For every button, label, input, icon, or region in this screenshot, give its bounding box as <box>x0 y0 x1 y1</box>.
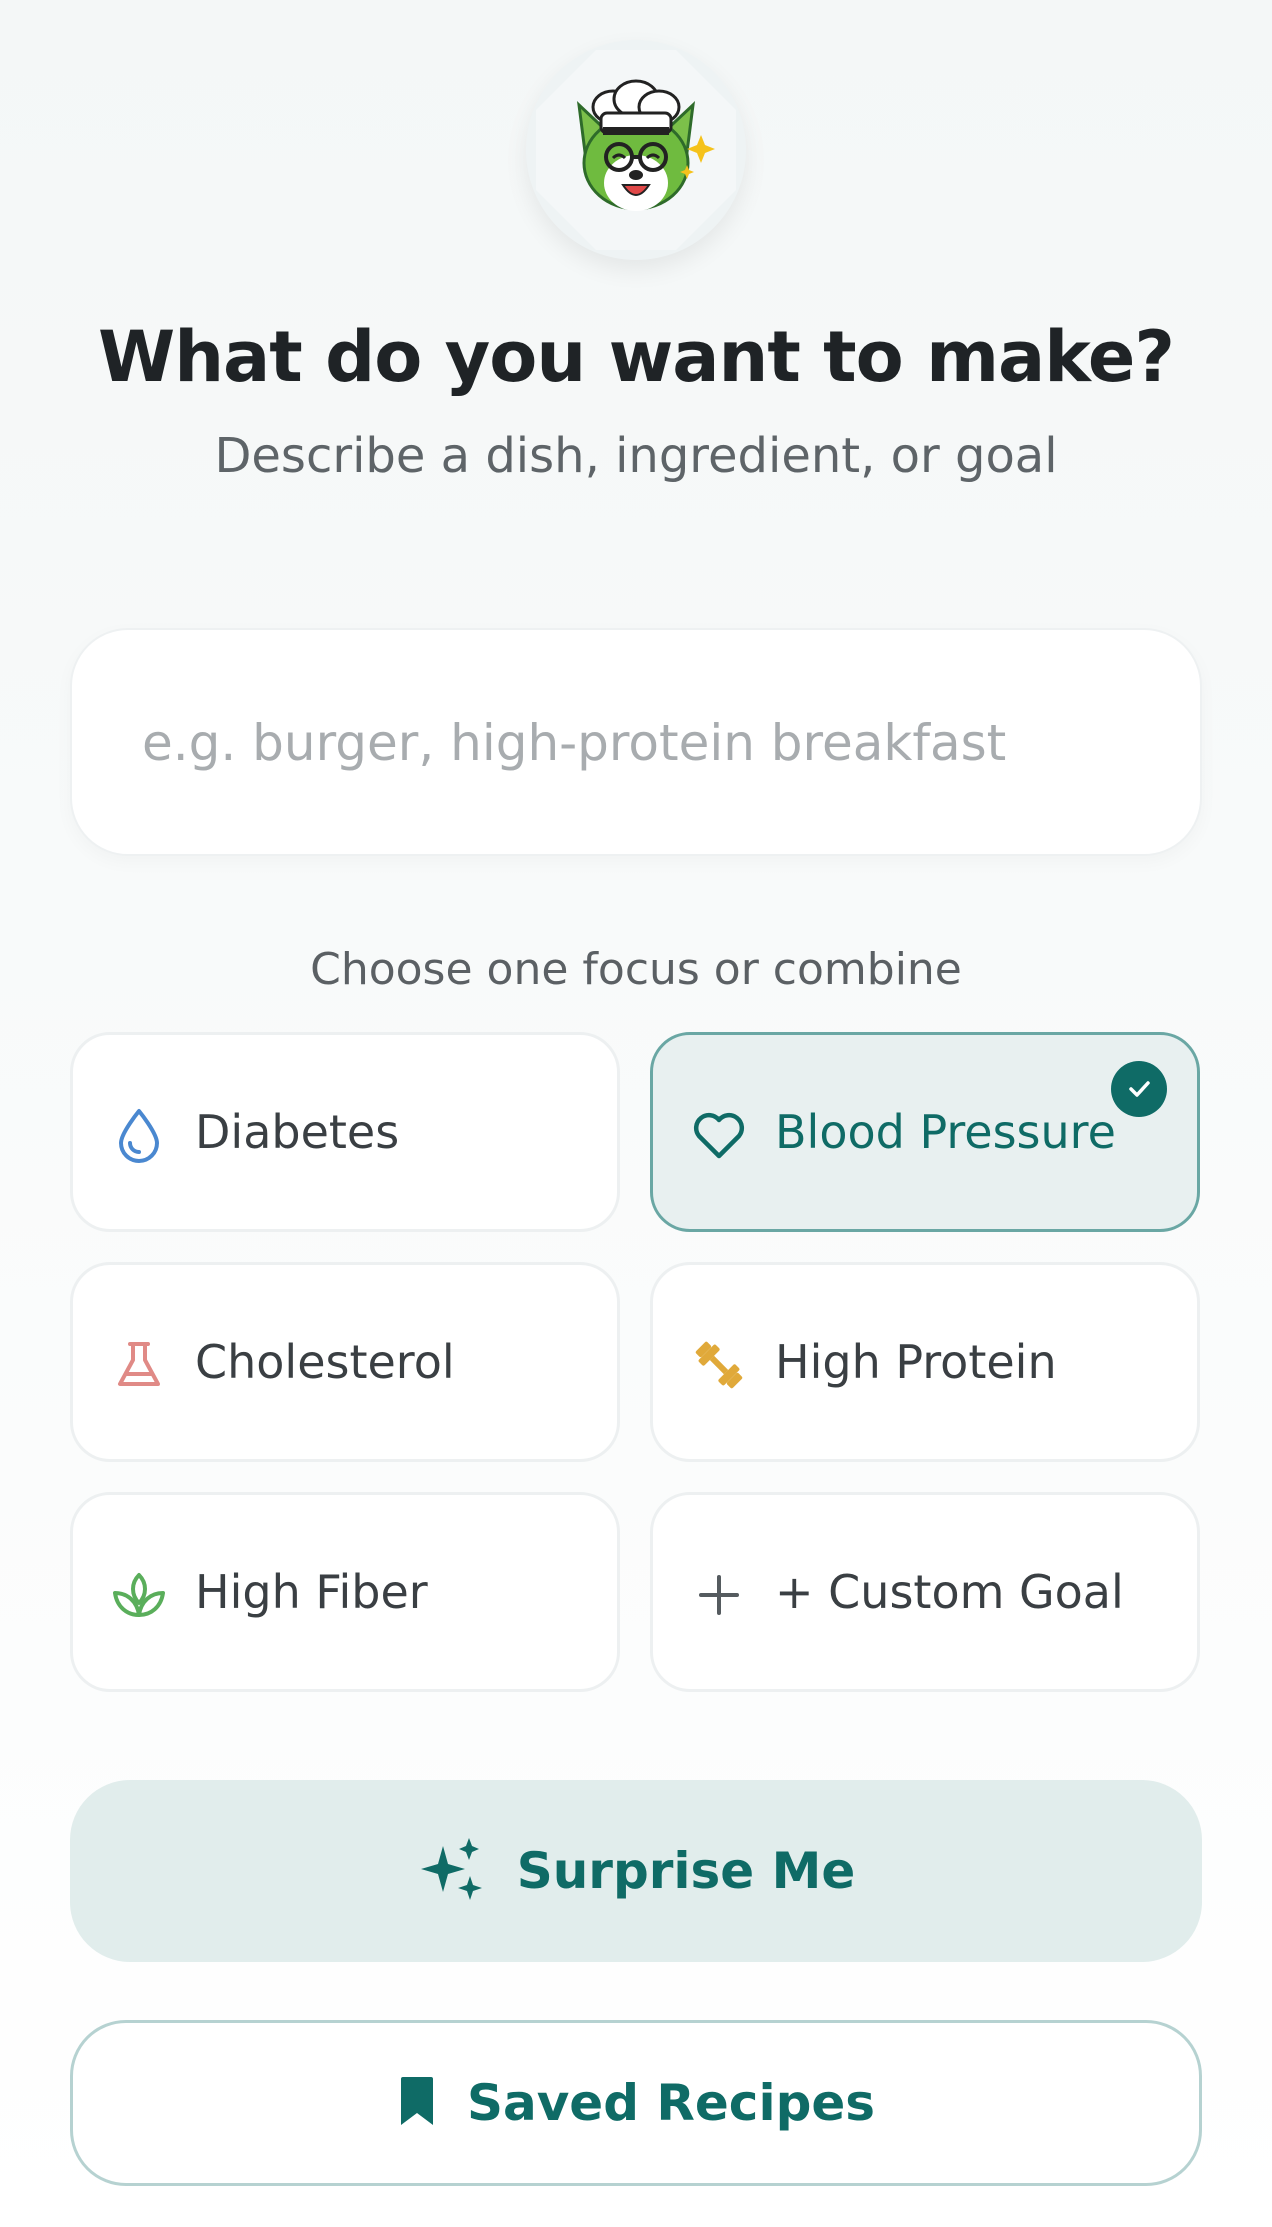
chef-fox-mascot-icon <box>576 79 715 211</box>
sprout-icon <box>111 1567 167 1623</box>
flask-icon <box>111 1337 167 1393</box>
sparkles-icon <box>417 1836 487 1906</box>
mascot-avatar <box>526 40 746 260</box>
page-title: What do you want to make? <box>97 316 1175 398</box>
focus-chip-label: Blood Pressure <box>775 1105 1116 1159</box>
focus-section-label: Choose one focus or combine <box>310 944 962 995</box>
surprise-me-label: Surprise Me <box>516 1842 856 1900</box>
mascot-frame <box>536 50 736 250</box>
focus-chip-label: High Protein <box>775 1335 1057 1389</box>
dumbbell-icon <box>691 1337 747 1393</box>
bookmark-icon <box>397 2075 437 2131</box>
selected-check-icon <box>1111 1061 1167 1117</box>
focus-chip-blood-pressure[interactable]: Blood Pressure <box>650 1032 1200 1232</box>
focus-chip-label: + Custom Goal <box>775 1565 1124 1619</box>
dish-search-box[interactable] <box>70 628 1202 856</box>
dish-search-input[interactable] <box>140 630 1144 856</box>
focus-chip-high-fiber[interactable]: High Fiber <box>70 1492 620 1692</box>
plus-icon <box>691 1567 747 1623</box>
heart-icon <box>691 1107 747 1163</box>
focus-chip-label: Diabetes <box>195 1105 400 1159</box>
saved-recipes-label: Saved Recipes <box>466 2074 876 2132</box>
focus-chip-custom-goal[interactable]: + Custom Goal <box>650 1492 1200 1692</box>
saved-recipes-button[interactable]: Saved Recipes <box>70 2020 1202 2186</box>
surprise-me-button[interactable]: Surprise Me <box>70 1780 1202 1962</box>
focus-chip-label: Cholesterol <box>195 1335 455 1389</box>
focus-chip-diabetes[interactable]: Diabetes <box>70 1032 620 1232</box>
page-subtitle: Describe a dish, ingredient, or goal <box>214 428 1058 484</box>
water-drop-icon <box>111 1107 167 1163</box>
focus-chip-high-protein[interactable]: High Protein <box>650 1262 1200 1462</box>
focus-chip-label: High Fiber <box>195 1565 428 1619</box>
focus-chip-cholesterol[interactable]: Cholesterol <box>70 1262 620 1462</box>
